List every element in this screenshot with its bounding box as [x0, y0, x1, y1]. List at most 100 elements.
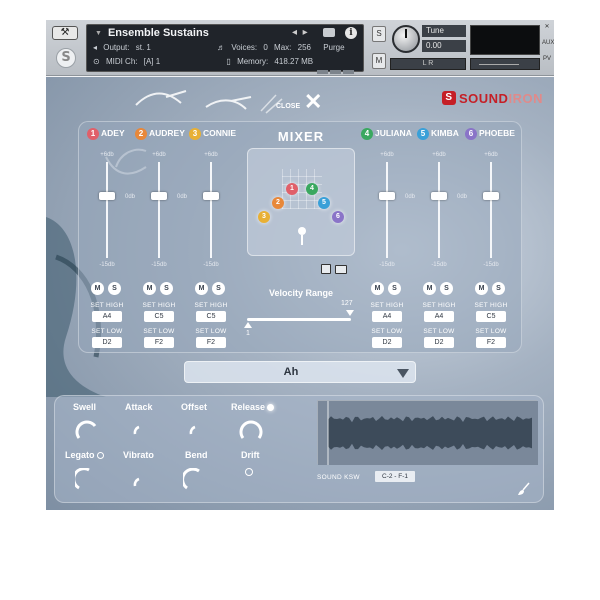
set-low-field[interactable]: D2 [424, 337, 454, 348]
fader-track[interactable] [210, 162, 212, 258]
singer-label: 3 CONNIE [189, 128, 236, 140]
max-voices-field[interactable]: 256 [298, 43, 311, 52]
brush-icon[interactable] [517, 482, 531, 496]
output-select[interactable]: st. 1 [136, 43, 151, 52]
close-icon[interactable]: ✕ [304, 91, 322, 113]
mute-button[interactable]: M [143, 282, 156, 295]
camera-icon[interactable] [323, 28, 335, 37]
fader-track[interactable] [490, 162, 492, 258]
fader-handle[interactable] [483, 192, 499, 200]
waveform-graphic [318, 401, 538, 465]
legato-knob[interactable] [75, 468, 99, 492]
articulation-dropdown[interactable]: Ah [184, 361, 416, 383]
midi-channel-select[interactable]: [A] 1 [144, 57, 160, 66]
attack-knob[interactable] [133, 424, 147, 438]
folder-icon[interactable] [335, 265, 347, 274]
legato-toggle[interactable] [96, 452, 104, 460]
instrument-info-panel: ▼ Ensemble Sustains ◂ ▸ i ◂ Output: st. 1… [86, 24, 364, 74]
swell-knob[interactable] [75, 418, 99, 442]
set-low-field[interactable]: F2 [144, 337, 174, 348]
set-high-field[interactable]: A4 [424, 311, 454, 322]
bend-label: Bend [185, 450, 208, 460]
fader-track[interactable] [158, 162, 160, 258]
vibrato-knob[interactable] [133, 476, 147, 490]
stage-position-pad[interactable]: 1 2 3 4 5 6 [247, 148, 355, 256]
mute-solo-group: MS [189, 282, 233, 296]
side-buttons[interactable]: ✕ AUX PV [542, 22, 554, 64]
release-knob[interactable] [239, 418, 263, 442]
mute-button[interactable]: M [372, 53, 386, 69]
mute-button[interactable]: M [475, 282, 488, 295]
fader-track[interactable] [438, 162, 440, 258]
set-high: SET HIGH C5 [142, 302, 176, 322]
mute-button[interactable]: M [91, 282, 104, 295]
release-toggle[interactable] [267, 404, 275, 412]
singer-position-2[interactable]: 2 [272, 197, 284, 209]
solo-button[interactable]: S [160, 282, 173, 295]
solo-button[interactable]: S [388, 282, 401, 295]
fader-handle[interactable] [431, 192, 447, 200]
set-high-field[interactable]: C5 [196, 311, 226, 322]
aux-button[interactable]: AUX [542, 38, 554, 48]
info-icon[interactable]: i [345, 27, 357, 39]
singer-position-3[interactable]: 3 [258, 211, 270, 223]
solo-button[interactable]: S [440, 282, 453, 295]
set-low-field[interactable]: F2 [196, 337, 226, 348]
set-low-field[interactable]: D2 [92, 337, 122, 348]
wrench-icon[interactable]: ⚒ [52, 26, 78, 40]
bend-knob[interactable] [183, 468, 207, 492]
velocity-high-handle[interactable] [346, 310, 354, 316]
sound-keyswitch-field[interactable]: C-2 - F-1 [375, 471, 415, 482]
singer-position-4[interactable]: 4 [306, 183, 318, 195]
fader-handle[interactable] [151, 192, 167, 200]
close-instrument-icon[interactable]: ✕ [542, 22, 552, 32]
midi-row: ⊙ MIDI Ch: [A] 1 ▯ Memory: 418.27 MB [93, 57, 314, 66]
mute-button[interactable]: M [423, 282, 436, 295]
singer-label: 1 ADEY [87, 128, 125, 140]
prev-next-instrument[interactable]: ◂ ▸ [292, 27, 308, 38]
tune-value[interactable]: 0.00 [422, 40, 466, 52]
singer-position-5[interactable]: 5 [318, 197, 330, 209]
voices-icon: ♬ [217, 43, 226, 52]
velocity-range-slider[interactable] [247, 318, 351, 321]
set-low-field[interactable]: F2 [476, 337, 506, 348]
singer-position-6[interactable]: 6 [332, 211, 344, 223]
solo-button[interactable]: S [212, 282, 225, 295]
articulation-value: Ah [283, 366, 299, 378]
set-high-field[interactable]: A4 [92, 311, 122, 322]
set-high: SET HIGH A4 [370, 302, 404, 322]
instrument-header: ⚒ S ▼ Ensemble Sustains ◂ ▸ i ◂ Output: s… [46, 20, 554, 76]
set-low-field[interactable]: D2 [372, 337, 402, 348]
drift-toggle[interactable] [245, 468, 253, 476]
set-high-field[interactable]: C5 [144, 311, 174, 322]
instrument-name[interactable]: ▼ Ensemble Sustains [95, 27, 209, 39]
mute-button[interactable]: M [371, 282, 384, 295]
set-high-field[interactable]: A4 [372, 311, 402, 322]
offset-knob[interactable] [189, 424, 203, 438]
solo-button[interactable]: S [492, 282, 505, 295]
singer-label: 2 AUDREY [135, 128, 185, 140]
set-high-field[interactable]: C5 [476, 311, 506, 322]
solo-button[interactable]: S [108, 282, 121, 295]
fader-track[interactable] [106, 162, 108, 258]
velocity-low-handle[interactable] [244, 322, 252, 328]
fader-handle[interactable] [379, 192, 395, 200]
set-high: SET HIGH C5 [474, 302, 508, 322]
mute-button[interactable]: M [195, 282, 208, 295]
save-icon[interactable] [321, 264, 331, 274]
tune-knob[interactable] [392, 25, 420, 53]
mute-solo-group: MS [137, 282, 181, 296]
solo-button[interactable]: S [372, 26, 386, 42]
purge-menu[interactable]: Purge [323, 43, 344, 52]
volume-slider[interactable] [470, 58, 540, 70]
volume-fader-phoebe: +6db 0db -15db [457, 152, 499, 268]
collapse-triangle-icon[interactable]: ▼ [95, 30, 102, 37]
fader-track[interactable] [386, 162, 388, 258]
pv-button[interactable]: PV [542, 54, 552, 64]
pan-slider[interactable]: L R [390, 58, 466, 70]
singer-badge: 1 [87, 128, 99, 140]
singer-position-1[interactable]: 1 [286, 183, 298, 195]
fader-handle[interactable] [99, 192, 115, 200]
fader-handle[interactable] [203, 192, 219, 200]
microphone-icon [298, 227, 306, 245]
